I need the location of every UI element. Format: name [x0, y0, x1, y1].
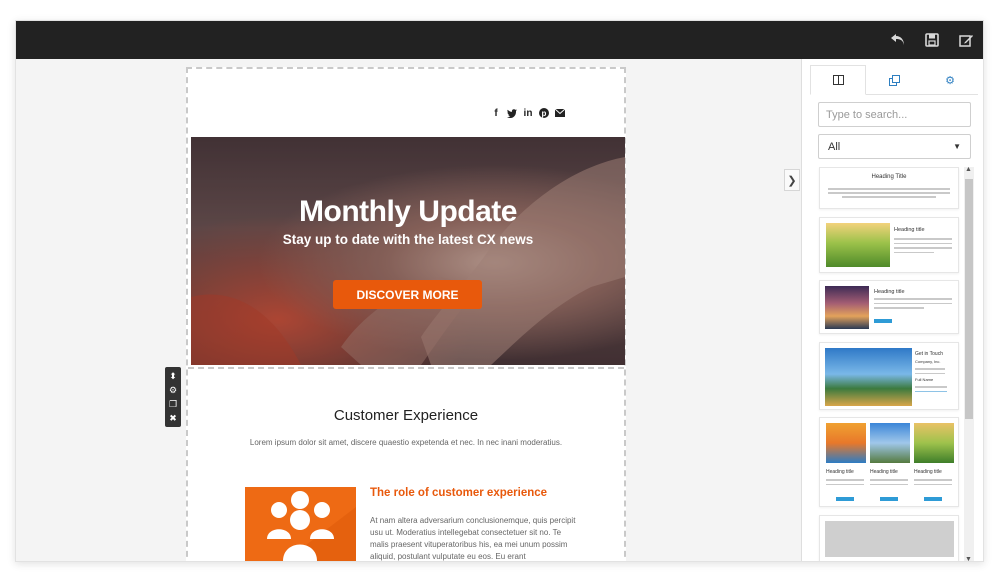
scroll-down-icon[interactable]: ▼ — [965, 556, 972, 561]
block-heading: Heading title — [914, 469, 942, 475]
columns-icon — [832, 75, 844, 85]
city-image — [870, 423, 910, 463]
group-image[interactable] — [245, 487, 356, 561]
gear-icon[interactable]: ⚙ — [169, 385, 177, 395]
blocks-panel: ⚙ All ▼ Heading Title Heading title — [801, 59, 983, 561]
copy-icon[interactable]: ❐ — [169, 399, 177, 409]
top-toolbar — [16, 21, 983, 59]
coast-image — [825, 348, 912, 406]
row-tools: ⬍ ⚙ ❐ ✖ — [165, 367, 181, 427]
filter-select[interactable]: All ▼ — [818, 134, 971, 159]
hero-banner[interactable]: Monthly Update Stay up to date with the … — [191, 137, 625, 365]
filter-selected-value: All — [828, 140, 841, 153]
landscape-image — [826, 223, 890, 267]
email-template: f in p Monthly Update Stay up to date wi… — [165, 67, 626, 561]
mini-button — [880, 497, 898, 501]
panel-tabs: ⚙ — [810, 65, 978, 95]
block-heading: Heading title — [870, 469, 898, 475]
email-icon[interactable] — [554, 107, 566, 119]
block-image-full[interactable] — [819, 515, 959, 561]
pinterest-icon[interactable]: p — [538, 107, 550, 119]
facebook-icon[interactable]: f — [490, 107, 502, 119]
opera-house-image — [825, 286, 869, 329]
editor-window: f in p Monthly Update Stay up to date wi… — [15, 20, 984, 562]
tab-settings[interactable]: ⚙ — [922, 65, 978, 95]
hills-image — [914, 423, 954, 463]
block-three-columns[interactable]: Heading title Heading title Heading titl… — [819, 417, 959, 507]
search-input[interactable] — [818, 102, 971, 127]
editor-canvas: f in p Monthly Update Stay up to date wi… — [16, 59, 801, 561]
collapse-panel-button[interactable]: ❯ — [784, 169, 800, 191]
tab-content[interactable] — [866, 65, 922, 95]
mini-button — [836, 497, 854, 501]
hero-subtitle: Stay up to date with the latest CX news — [282, 232, 534, 247]
close-icon[interactable]: ✖ — [169, 413, 177, 423]
gear-icon: ⚙ — [945, 74, 955, 87]
block-heading: Heading title — [826, 469, 854, 475]
hero-overlay — [191, 137, 625, 365]
discover-more-button[interactable]: DISCOVER MORE — [333, 280, 482, 309]
social-icons: f in p — [490, 107, 566, 119]
block-heading-text[interactable]: Heading Title — [819, 167, 959, 209]
mini-button — [924, 497, 942, 501]
caret-down-icon: ▼ — [953, 142, 961, 151]
feature-text: At nam altera adversarium conclusionemqu… — [370, 516, 576, 561]
row-selection-border — [188, 367, 624, 369]
linkedin-icon[interactable]: in — [522, 107, 534, 119]
panel-scrollbar[interactable]: ▲ ▼ — [964, 166, 974, 561]
contact-label: Full Name — [915, 377, 934, 382]
save-icon[interactable] — [922, 30, 942, 50]
svg-text:p: p — [542, 109, 547, 118]
sunset-image — [826, 423, 866, 463]
block-heading: Heading title — [894, 227, 925, 233]
move-icon[interactable]: ⬍ — [169, 371, 177, 381]
twitter-icon[interactable] — [506, 107, 518, 119]
clone-icon — [888, 74, 900, 86]
scroll-up-icon[interactable]: ▲ — [965, 166, 972, 173]
section-text: Lorem ipsum dolor sit amet, discere quae… — [249, 438, 563, 447]
placeholder-image — [825, 521, 954, 557]
block-image-left[interactable]: Heading title — [819, 217, 959, 273]
company-name: Company, Inc. — [915, 359, 941, 364]
chevron-right-icon: ❯ — [787, 174, 797, 187]
read-more-button — [874, 319, 892, 323]
block-list: Heading Title Heading title Heading titl… — [817, 167, 964, 561]
scrollbar-thumb[interactable] — [965, 179, 973, 419]
tab-blocks[interactable] — [810, 65, 866, 95]
feature-title: The role of customer experience — [370, 487, 548, 499]
block-image-left-button[interactable]: Heading title — [819, 280, 959, 334]
block-contact[interactable]: Get in Touch Company, Inc. Full Name — [819, 342, 959, 410]
undo-icon[interactable] — [888, 30, 908, 50]
hero-title: Monthly Update — [299, 195, 518, 228]
section-title: Customer Experience — [333, 407, 479, 424]
block-heading: Get in Touch — [915, 351, 943, 357]
edit-icon[interactable] — [956, 30, 976, 50]
